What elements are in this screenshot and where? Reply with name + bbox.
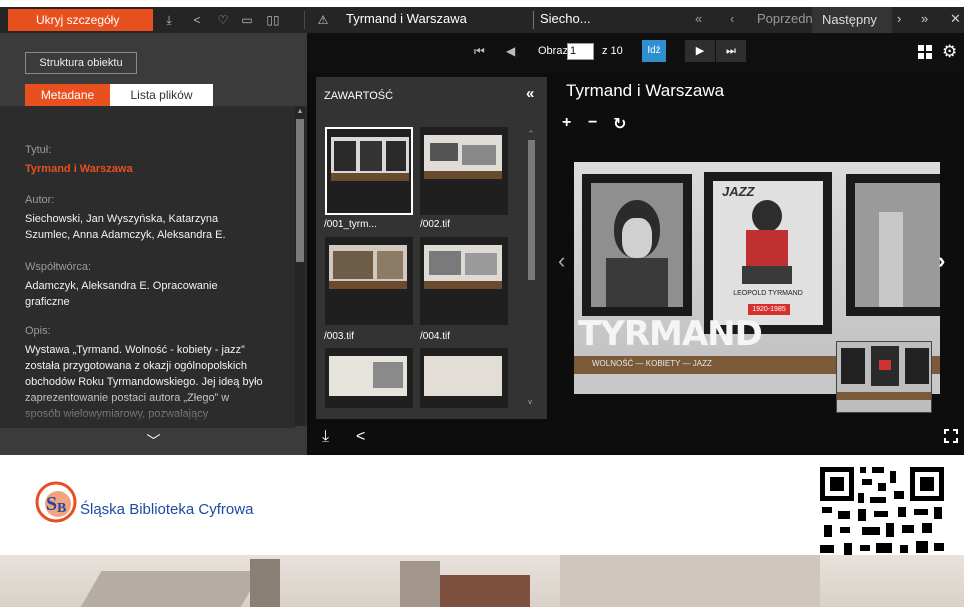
description-label: Opis:: [25, 325, 51, 337]
window-icon[interactable]: ▭: [236, 10, 258, 30]
scroll-up-icon[interactable]: ▲: [295, 106, 305, 118]
separator: [304, 11, 305, 29]
page-label: Obraz: [538, 45, 568, 57]
thumbnail-005[interactable]: [325, 348, 413, 408]
rotate-icon[interactable]: ↻: [613, 114, 626, 134]
thumbnail-003[interactable]: [325, 237, 413, 325]
svg-text:^: ^: [528, 130, 534, 138]
hide-details-button[interactable]: Ukryj szczegóły: [8, 9, 153, 31]
viewer-toolbar: [307, 33, 964, 73]
thumbnail-caption: /002.tif: [420, 219, 451, 230]
next-object-icon[interactable]: ›: [897, 11, 901, 26]
grid-view-icon[interactable]: [918, 45, 932, 59]
fullscreen-icon[interactable]: [944, 429, 958, 443]
last-object-icon[interactable]: »: [921, 11, 928, 26]
first-object-icon[interactable]: «: [695, 11, 702, 26]
poster-name: LEOPOLD TYRMAND: [733, 290, 803, 297]
contributor-label: Współtwórca:: [25, 261, 92, 273]
contents-scrollbar[interactable]: ^ v: [526, 128, 536, 408]
zoom-in-icon[interactable]: +: [562, 114, 571, 132]
prev-object-icon[interactable]: ‹: [730, 11, 734, 26]
next-image-chevron-icon[interactable]: ›: [938, 248, 945, 274]
go-to-page-button[interactable]: Idź: [642, 40, 666, 62]
thumbnail-caption: /004.tif: [420, 331, 451, 342]
contributor-value: Adamczyk, Aleksandra E. Opracowanie graf…: [25, 280, 218, 308]
thumbnail-001[interactable]: [325, 127, 413, 215]
sbc-logo-text[interactable]: Śląska Biblioteka Cyfrowa: [80, 501, 253, 518]
svg-text:v: v: [528, 398, 532, 406]
separator: [533, 11, 534, 29]
close-icon[interactable]: ✕: [950, 11, 961, 27]
metadata-content: Tytuł: Tyrmand i Warszawa Autor: Siechow…: [0, 106, 307, 426]
navigator-minimap[interactable]: [836, 341, 932, 413]
warning-icon[interactable]: ⚠: [312, 10, 334, 30]
collapse-panel-icon[interactable]: «: [526, 85, 534, 102]
thumbnail-caption: /001_tyrm...: [324, 219, 377, 230]
poster-subtitle: WOLNOŚĆ — KOBIETY — JAZZ: [592, 359, 712, 368]
first-page-icon[interactable]: ⏮: [474, 44, 485, 59]
next-object-button[interactable]: Następny: [812, 7, 892, 33]
svg-text:B: B: [57, 501, 66, 516]
poster-title: TYRMAND: [578, 314, 763, 354]
object-structure-button[interactable]: Struktura obiektu: [25, 52, 137, 74]
prev-image-chevron-icon[interactable]: ‹: [558, 248, 565, 274]
download-icon[interactable]: ⤓: [158, 10, 180, 30]
thumbnail-002[interactable]: [420, 127, 508, 215]
thumbnail-006[interactable]: [420, 348, 508, 408]
tab-file-list[interactable]: Lista plików: [110, 84, 213, 106]
zoom-out-icon[interactable]: −: [588, 114, 597, 132]
author-label: Autor:: [25, 194, 55, 206]
details-panel: Struktura obiektu Metadane Lista plików …: [0, 33, 307, 455]
author-value: Siechowski, Jan Wyszyńska, Katarzyna Szu…: [25, 213, 226, 241]
svg-text:S: S: [46, 493, 57, 515]
heart-icon[interactable]: ♡: [212, 10, 234, 30]
title-label: Tytuł:: [25, 144, 52, 156]
metadata-scroll-thumb[interactable]: [296, 119, 304, 262]
title-value: Tyrmand i Warszawa: [25, 163, 133, 175]
page-number-input[interactable]: 1: [567, 43, 594, 60]
prev-page-icon[interactable]: ◀: [506, 44, 515, 58]
last-page-icon[interactable]: ⏭: [716, 40, 746, 62]
top-toolbar: Ukryj szczegóły ⤓ < ♡ ▭ ▯▯ ⚠ Tyrmand i W…: [0, 7, 964, 33]
object-author: Siecho...: [540, 11, 591, 26]
contents-header: ZAWARTOŚĆ: [324, 90, 394, 102]
dual-page-icon[interactable]: ▯▯: [262, 10, 284, 30]
thumbnail-caption: /003.tif: [324, 331, 355, 342]
viewer-object-title: Tyrmand i Warszawa: [566, 81, 725, 100]
poster-jazz-label: JAZZ: [722, 184, 755, 199]
object-title: Tyrmand i Warszawa: [346, 11, 467, 26]
share-icon[interactable]: <: [186, 10, 208, 30]
page-count: z 10: [602, 45, 623, 57]
tab-metadata[interactable]: Metadane: [25, 84, 110, 106]
download-icon[interactable]: ⤓: [322, 428, 329, 446]
gear-icon[interactable]: ⚙: [942, 42, 957, 62]
next-page-icon[interactable]: ▶: [685, 40, 715, 62]
share-icon[interactable]: <: [356, 428, 365, 446]
thumbnail-004[interactable]: [420, 237, 508, 325]
prev-object-button[interactable]: Poprzedni: [757, 11, 816, 26]
decorative-background-image: [0, 555, 964, 607]
text-fade: [0, 388, 295, 428]
expand-metadata-chevron-down-icon[interactable]: ﹀: [0, 428, 307, 455]
sbc-logo-icon[interactable]: S B: [34, 480, 78, 524]
